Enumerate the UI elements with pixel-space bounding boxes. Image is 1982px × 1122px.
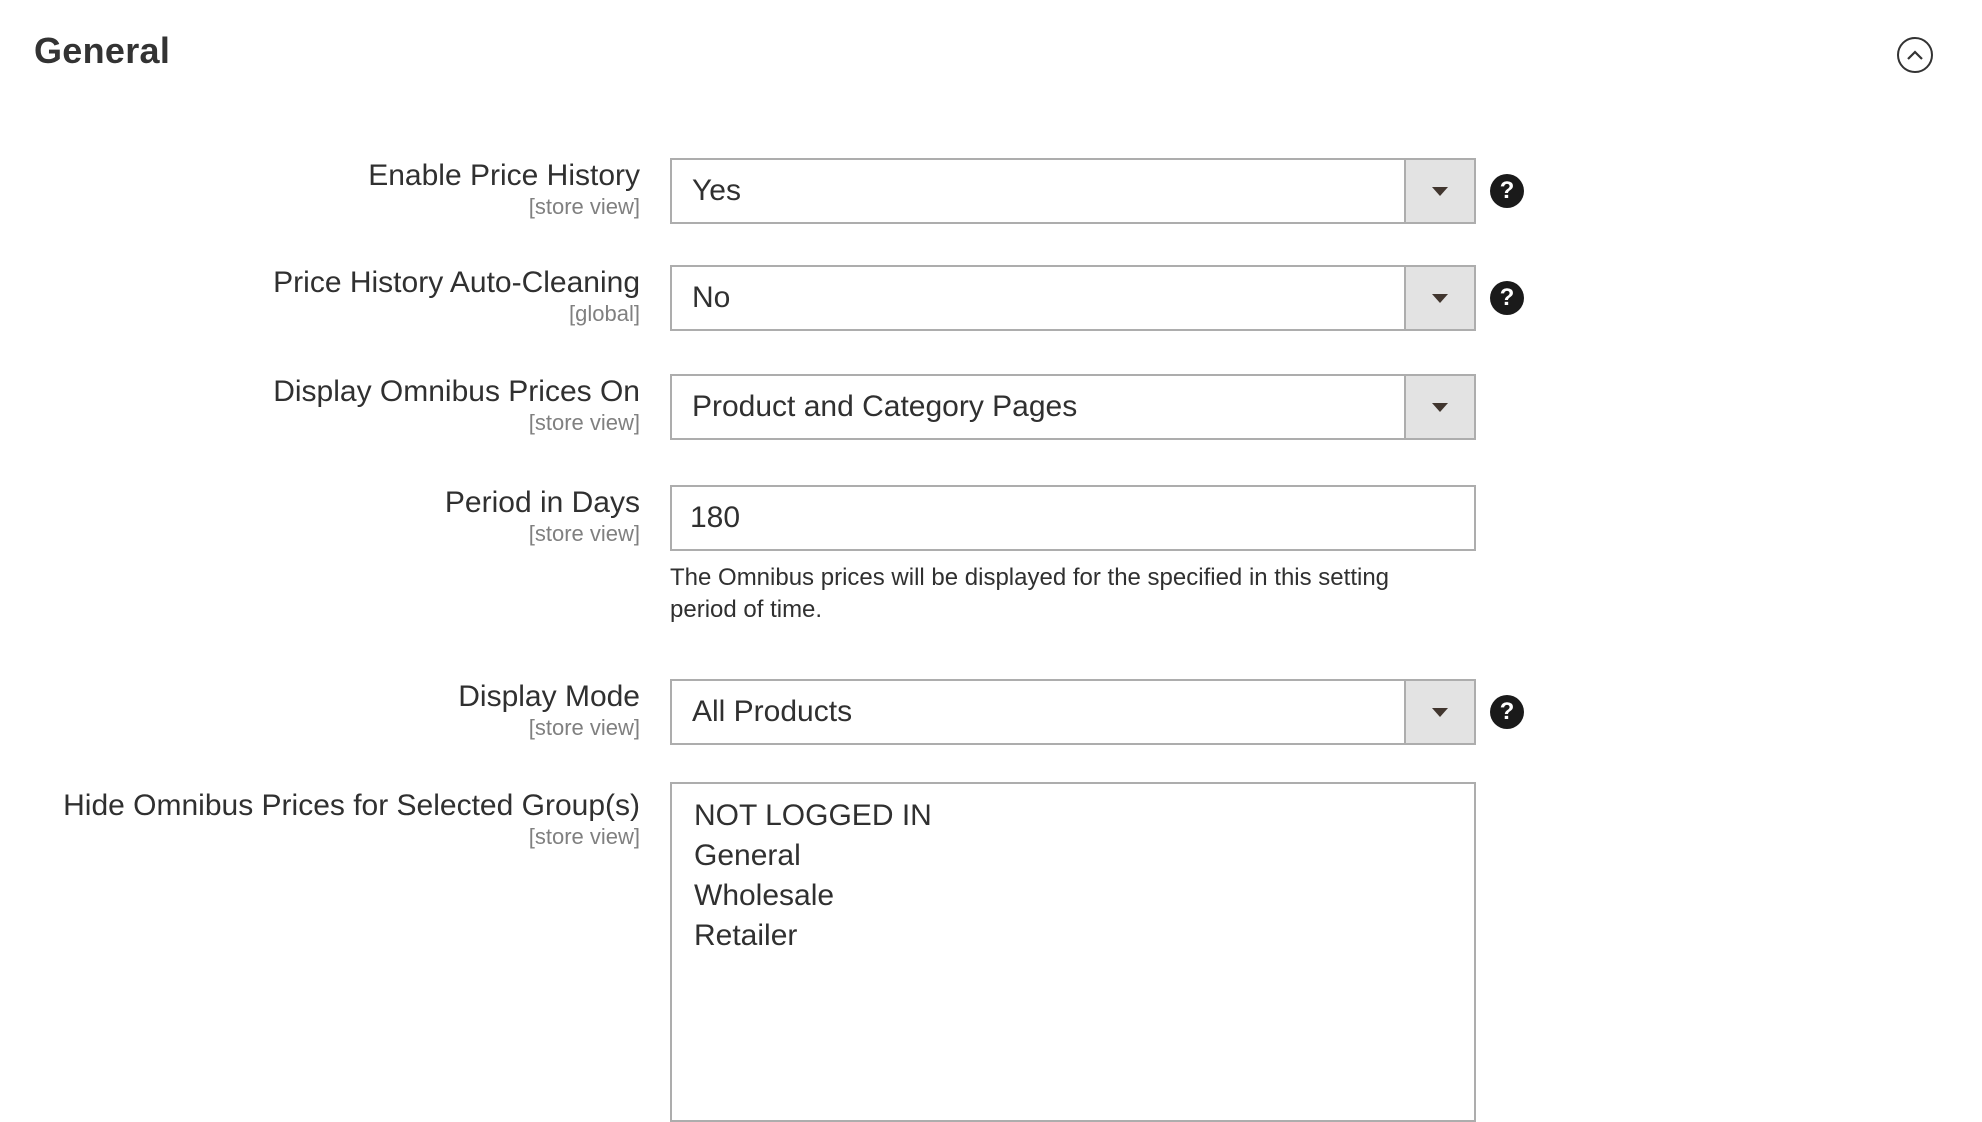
multiselect-option[interactable]: Wholesale <box>694 876 1474 916</box>
select-value: No <box>692 281 731 314</box>
display-on-select[interactable]: Product and Category Pages <box>670 374 1476 440</box>
dropdown-arrow[interactable] <box>1404 376 1474 438</box>
section-title: General <box>34 30 171 71</box>
chevron-up-icon <box>1907 50 1923 60</box>
select-value: All Products <box>692 695 853 728</box>
multiselect-option[interactable]: Retailer <box>694 916 1474 956</box>
select-value: Yes <box>692 174 741 207</box>
field-label-group: Period in Days [store view] <box>0 485 640 547</box>
enable-price-history-select[interactable]: Yes <box>670 158 1476 224</box>
period-in-days-input[interactable] <box>670 485 1476 551</box>
field-scope: [store view] <box>528 410 640 435</box>
field-scope: [store view] <box>528 521 640 546</box>
field-scope: [store view] <box>528 194 640 219</box>
collapse-section-button[interactable] <box>1897 37 1933 73</box>
multiselect-option[interactable]: NOT LOGGED IN <box>694 796 1474 836</box>
dropdown-arrow[interactable] <box>1404 681 1474 743</box>
caret-down-icon <box>1432 293 1448 303</box>
field-label-group: Display Omnibus Prices On [store view] <box>0 374 640 436</box>
field-label: Price History Auto-Cleaning <box>273 266 640 299</box>
field-scope: [store view] <box>528 824 640 849</box>
field-label: Period in Days <box>444 486 640 519</box>
select-value: Product and Category Pages <box>692 390 1078 423</box>
caret-down-icon <box>1432 707 1448 717</box>
field-label: Display Omnibus Prices On <box>273 375 640 408</box>
display-mode-select[interactable]: All Products <box>670 679 1476 745</box>
caret-down-icon <box>1432 402 1448 412</box>
help-icon[interactable]: ? <box>1490 281 1524 315</box>
field-scope: [store view] <box>528 715 640 740</box>
field-label: Hide Omnibus Prices for Selected Group(s… <box>63 789 640 822</box>
multiselect-option[interactable]: General <box>694 836 1474 876</box>
caret-down-icon <box>1432 186 1448 196</box>
field-note: The Omnibus prices will be displayed for… <box>670 564 1390 623</box>
help-icon[interactable]: ? <box>1490 174 1524 208</box>
field-scope: [global] <box>569 301 640 326</box>
dropdown-arrow[interactable] <box>1404 160 1474 222</box>
field-label-group: Price History Auto-Cleaning [global] <box>0 265 640 327</box>
customer-groups-multiselect[interactable]: NOT LOGGED IN General Wholesale Retailer <box>670 782 1476 1122</box>
field-label-group: Display Mode [store view] <box>0 679 640 741</box>
field-label: Display Mode <box>458 680 640 713</box>
dropdown-arrow[interactable] <box>1404 267 1474 329</box>
field-label: Enable Price History <box>368 159 640 192</box>
field-label-group: Enable Price History [store view] <box>0 158 640 220</box>
help-icon[interactable]: ? <box>1490 695 1524 729</box>
auto-cleaning-select[interactable]: No <box>670 265 1476 331</box>
field-label-group: Hide Omnibus Prices for Selected Group(s… <box>0 788 640 850</box>
